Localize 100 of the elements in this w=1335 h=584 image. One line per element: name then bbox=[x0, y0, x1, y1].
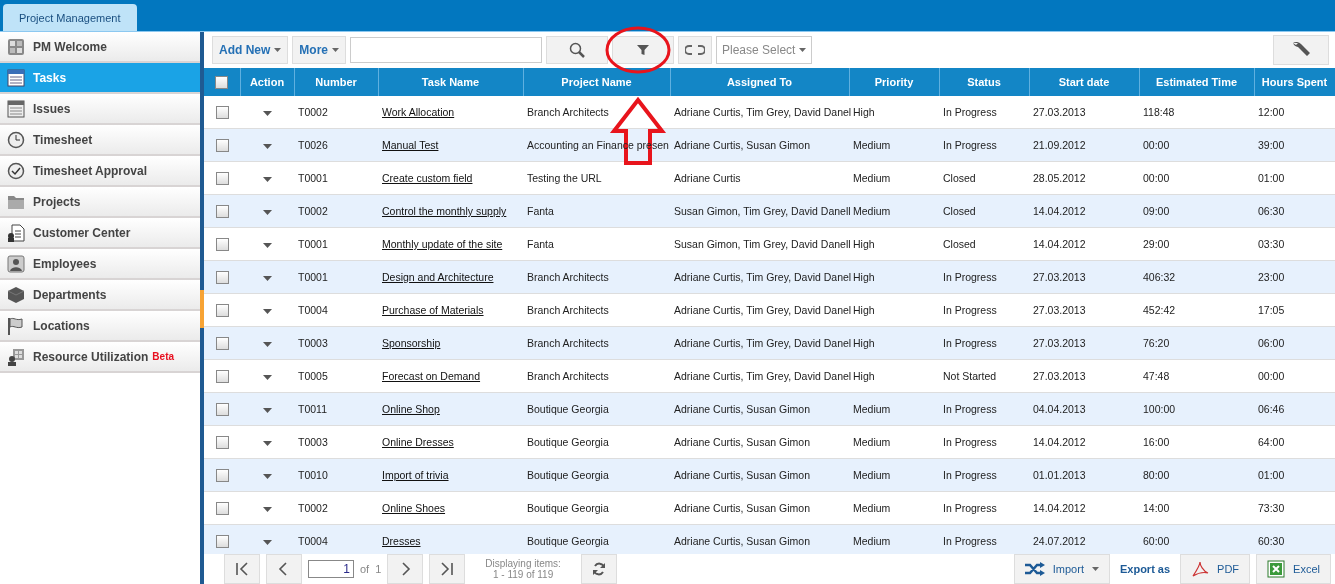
app-tab[interactable]: Project Management bbox=[3, 4, 137, 31]
row-checkbox[interactable] bbox=[215, 534, 229, 548]
task-link[interactable]: Purchase of Materials bbox=[382, 304, 484, 316]
action-menu-button[interactable] bbox=[260, 207, 274, 218]
row-checkbox[interactable] bbox=[215, 402, 229, 416]
table-cell: Fanta bbox=[527, 205, 554, 217]
action-menu-button[interactable] bbox=[260, 405, 274, 416]
task-link[interactable]: Monthly update of the site bbox=[382, 238, 503, 250]
column-header[interactable]: Number bbox=[294, 68, 378, 96]
row-checkbox[interactable] bbox=[215, 270, 229, 284]
search-icon bbox=[569, 42, 585, 58]
task-link[interactable]: Forecast on Demand bbox=[382, 370, 481, 382]
action-menu-button[interactable] bbox=[260, 372, 274, 383]
table-cell: T0001 bbox=[298, 271, 328, 283]
task-link[interactable]: Design and Architecture bbox=[382, 271, 494, 283]
previous-page-button[interactable] bbox=[266, 554, 302, 584]
table-cell: In Progress bbox=[943, 271, 997, 283]
task-link[interactable]: Create custom field bbox=[382, 172, 473, 184]
row-checkbox[interactable] bbox=[215, 336, 229, 350]
table-cell: 60:30 bbox=[1258, 535, 1285, 547]
table-cell: Medium bbox=[853, 172, 891, 184]
settings-button[interactable] bbox=[1273, 35, 1329, 65]
page-field[interactable]: 1 bbox=[308, 560, 354, 578]
action-menu-button[interactable] bbox=[260, 306, 274, 317]
column-header[interactable]: Project Name bbox=[523, 68, 670, 96]
task-link[interactable]: Online Shoes bbox=[382, 502, 446, 514]
search-field[interactable] bbox=[350, 37, 542, 63]
task-link[interactable]: Sponsorship bbox=[382, 337, 441, 349]
shuffle-icon bbox=[1024, 562, 1045, 576]
column-header[interactable]: Action bbox=[240, 68, 294, 96]
action-menu-button[interactable] bbox=[260, 240, 274, 251]
task-link[interactable]: Control the monthly supply bbox=[382, 205, 507, 217]
splitter-handle[interactable] bbox=[200, 290, 204, 328]
table-cell: High bbox=[853, 106, 875, 118]
select-all-checkbox[interactable] bbox=[215, 75, 229, 89]
last-page-icon bbox=[439, 561, 456, 577]
next-page-button[interactable] bbox=[387, 554, 424, 584]
row-checkbox[interactable] bbox=[215, 303, 229, 317]
column-header[interactable]: Start date bbox=[1029, 68, 1139, 96]
caret-icon bbox=[262, 110, 272, 116]
pdf-button[interactable]: PDF bbox=[1180, 554, 1251, 584]
add-new-button[interactable]: Add New bbox=[212, 36, 289, 64]
column-header[interactable]: Hours Spent bbox=[1254, 68, 1335, 96]
action-menu-button[interactable] bbox=[260, 438, 274, 449]
task-link[interactable]: Manual Test bbox=[382, 139, 439, 151]
caret-icon bbox=[1091, 567, 1099, 571]
table-cell: Boutique Georgia bbox=[527, 502, 609, 514]
row-checkbox[interactable] bbox=[215, 105, 229, 119]
column-header[interactable]: Task Name bbox=[378, 68, 523, 96]
action-menu-button[interactable] bbox=[260, 141, 274, 152]
first-page-button[interactable] bbox=[224, 554, 260, 584]
table-cell: 27.03.2013 bbox=[1033, 271, 1086, 283]
select-dropdown[interactable]: Please Select bbox=[716, 36, 813, 64]
search-button[interactable] bbox=[546, 36, 608, 64]
link-button[interactable] bbox=[678, 36, 712, 64]
action-menu-button[interactable] bbox=[260, 339, 274, 350]
task-link[interactable]: Online Dresses bbox=[382, 436, 454, 448]
refresh-button[interactable] bbox=[580, 554, 617, 584]
row-checkbox[interactable] bbox=[215, 468, 229, 482]
action-menu-button[interactable] bbox=[260, 174, 274, 185]
table-cell: In Progress bbox=[943, 403, 997, 415]
more-button[interactable]: More bbox=[292, 36, 346, 64]
task-link[interactable]: Dresses bbox=[382, 535, 421, 547]
task-link[interactable]: Import of trivia bbox=[382, 469, 449, 481]
row-checkbox[interactable] bbox=[215, 369, 229, 383]
table-cell: 100:00 bbox=[1143, 403, 1176, 415]
column-header[interactable]: Status bbox=[939, 68, 1029, 96]
action-menu-button[interactable] bbox=[260, 471, 274, 482]
row-checkbox[interactable] bbox=[215, 138, 229, 152]
action-menu-button[interactable] bbox=[260, 537, 274, 548]
excel-button[interactable]: Excel bbox=[1256, 554, 1331, 584]
table-cell: Susan Gimon, Tim Grey, David Danell bbox=[674, 205, 851, 217]
table-cell: 09:00 bbox=[1143, 205, 1170, 217]
table-cell: 14.04.2012 bbox=[1033, 436, 1086, 448]
row-checkbox[interactable] bbox=[215, 204, 229, 218]
column-header[interactable]: Assigned To bbox=[670, 68, 849, 96]
table-cell: 03:30 bbox=[1258, 238, 1285, 250]
table-cell: High bbox=[853, 370, 875, 382]
row-checkbox[interactable] bbox=[215, 501, 229, 515]
table-cell: In Progress bbox=[943, 304, 997, 316]
row-checkbox[interactable] bbox=[215, 171, 229, 185]
filter-button[interactable] bbox=[612, 36, 674, 64]
table-cell: Adriane Curtis, Susan Gimon bbox=[674, 139, 810, 151]
task-link[interactable]: Online Shop bbox=[382, 403, 440, 415]
task-link[interactable]: Work Allocation bbox=[382, 106, 455, 118]
table-cell: Adriane Curtis, Tim Grey, David Danel bbox=[674, 106, 852, 118]
table-cell: 64:00 bbox=[1258, 436, 1285, 448]
table-cell: Adriane Curtis, Susan Gimon bbox=[674, 502, 810, 514]
action-menu-button[interactable] bbox=[260, 504, 274, 515]
action-menu-button[interactable] bbox=[260, 108, 274, 119]
row-checkbox[interactable] bbox=[215, 435, 229, 449]
import-button[interactable]: Import bbox=[1013, 554, 1110, 584]
table-cell: T0001 bbox=[298, 238, 328, 250]
column-header[interactable]: Estimated Time bbox=[1139, 68, 1254, 96]
column-header[interactable]: Priority bbox=[849, 68, 939, 96]
action-menu-button[interactable] bbox=[260, 273, 274, 284]
splitter-bar[interactable] bbox=[200, 32, 204, 584]
row-checkbox[interactable] bbox=[215, 237, 229, 251]
table-cell: Adriane Curtis, Tim Grey, David Danel bbox=[674, 337, 852, 349]
last-page-button[interactable] bbox=[429, 554, 466, 584]
